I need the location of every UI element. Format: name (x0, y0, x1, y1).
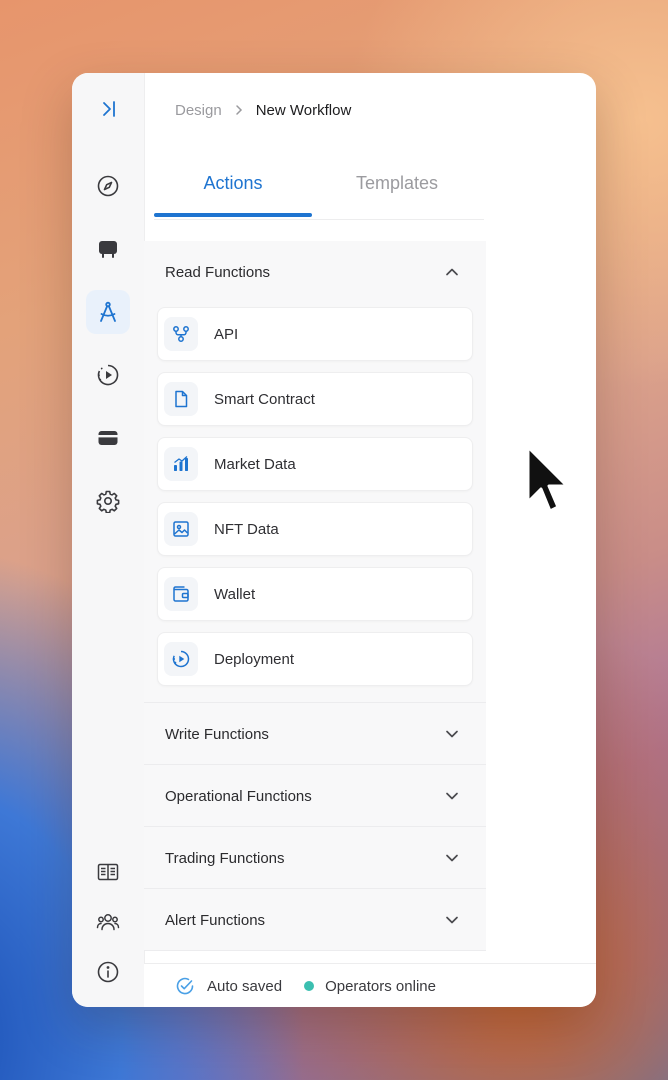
action-item-api[interactable]: API (157, 307, 473, 361)
check-circle-icon (176, 977, 194, 995)
sidebar-item-settings[interactable] (86, 479, 130, 523)
action-item-label: Wallet (214, 585, 256, 603)
breadcrumb: Design New Workflow (175, 99, 351, 121)
sidebar-item-team[interactable] (86, 900, 130, 944)
online-status-dot (304, 981, 315, 991)
sidebar-item-board[interactable] (86, 227, 130, 271)
collapse-sidebar-button[interactable] (86, 87, 130, 131)
tab-actions-label: Actions (203, 173, 263, 193)
section-alert-title: Alert Functions (165, 911, 266, 929)
sidebar-item-explore[interactable] (86, 164, 130, 208)
compass-drafting-icon (100, 301, 116, 322)
action-item-label: Deployment (214, 650, 295, 668)
sidebar-item-billing[interactable] (86, 416, 130, 460)
document-icon (175, 390, 188, 408)
play-circle-icon (172, 650, 190, 668)
mouse-cursor-icon (526, 445, 569, 513)
sidebar-rail (72, 73, 145, 1007)
action-item-deployment[interactable]: Deployment (157, 632, 473, 686)
section-operational-header[interactable]: Operational Functions (144, 765, 486, 827)
action-item-market-data[interactable]: Market Data (157, 437, 473, 491)
section-write-header[interactable]: Write Functions (144, 703, 486, 765)
action-item-label: Market Data (214, 455, 296, 473)
wallet-icon (173, 586, 189, 602)
sidebar-item-design[interactable] (86, 290, 130, 334)
play-circle-dashed-icon (97, 364, 119, 386)
chevron-down-icon (446, 916, 458, 924)
active-tab-indicator (154, 213, 312, 217)
tab-templates-label: Templates (355, 173, 439, 193)
sidebar-item-docs[interactable] (86, 850, 130, 894)
section-trading-functions: Trading Functions (144, 827, 486, 889)
sidebar-item-runs[interactable] (86, 353, 130, 397)
book-open-icon (97, 863, 119, 881)
action-item-nft-data[interactable]: NFT Data (157, 502, 473, 556)
action-item-wallet[interactable]: Wallet (157, 567, 473, 621)
section-write-title: Write Functions (165, 725, 269, 743)
info-icon (97, 961, 119, 983)
breadcrumb-current: New Workflow (255, 101, 352, 119)
gear-icon (96, 490, 120, 513)
chevron-down-icon (446, 792, 458, 800)
chevron-down-icon (446, 730, 458, 738)
chevron-down-icon (446, 854, 458, 862)
read-functions-list: API Smart Contract Market Data NFT Data … (144, 303, 486, 707)
image-icon (173, 521, 189, 537)
action-item-smart-contract[interactable]: Smart Contract (157, 372, 473, 426)
chevron-up-icon (446, 268, 458, 276)
chevron-right-icon (235, 105, 242, 115)
section-write-functions: Write Functions (144, 703, 486, 765)
action-item-label: API (214, 325, 239, 343)
action-item-label: Smart Contract (214, 390, 315, 408)
collapse-icon (103, 101, 115, 117)
section-operational-title: Operational Functions (165, 787, 312, 805)
section-operational-functions: Operational Functions (144, 765, 486, 827)
section-read-header[interactable]: Read Functions (144, 241, 486, 303)
tab-actions[interactable]: Actions (154, 159, 312, 219)
compass-icon (97, 175, 119, 197)
operators-online-status: Operators online (325, 977, 436, 995)
tab-templates[interactable]: Templates (318, 159, 476, 219)
status-bar: Auto saved Operators online (144, 963, 596, 1007)
tab-divider (154, 219, 484, 220)
api-icon (173, 326, 189, 342)
section-read-title: Read Functions (165, 263, 271, 281)
bar-chart-icon (174, 456, 188, 471)
section-alert-header[interactable]: Alert Functions (144, 889, 486, 951)
tab-bar: Actions Templates (154, 159, 484, 221)
users-icon (96, 914, 120, 931)
auto-saved-status: Auto saved (207, 977, 283, 995)
credit-card-icon (98, 431, 118, 445)
section-alert-functions: Alert Functions (144, 889, 486, 951)
section-read-functions: Read Functions API Smart Contract Market… (144, 241, 486, 703)
action-item-label: NFT Data (214, 520, 279, 538)
sidebar-item-info[interactable] (86, 950, 130, 994)
section-trading-header[interactable]: Trading Functions (144, 827, 486, 889)
breadcrumb-parent[interactable]: Design (175, 102, 222, 119)
easel-icon (99, 241, 117, 258)
section-trading-title: Trading Functions (165, 849, 285, 867)
workflow-panel: Design New Workflow Actions Templates Re… (72, 73, 596, 1007)
